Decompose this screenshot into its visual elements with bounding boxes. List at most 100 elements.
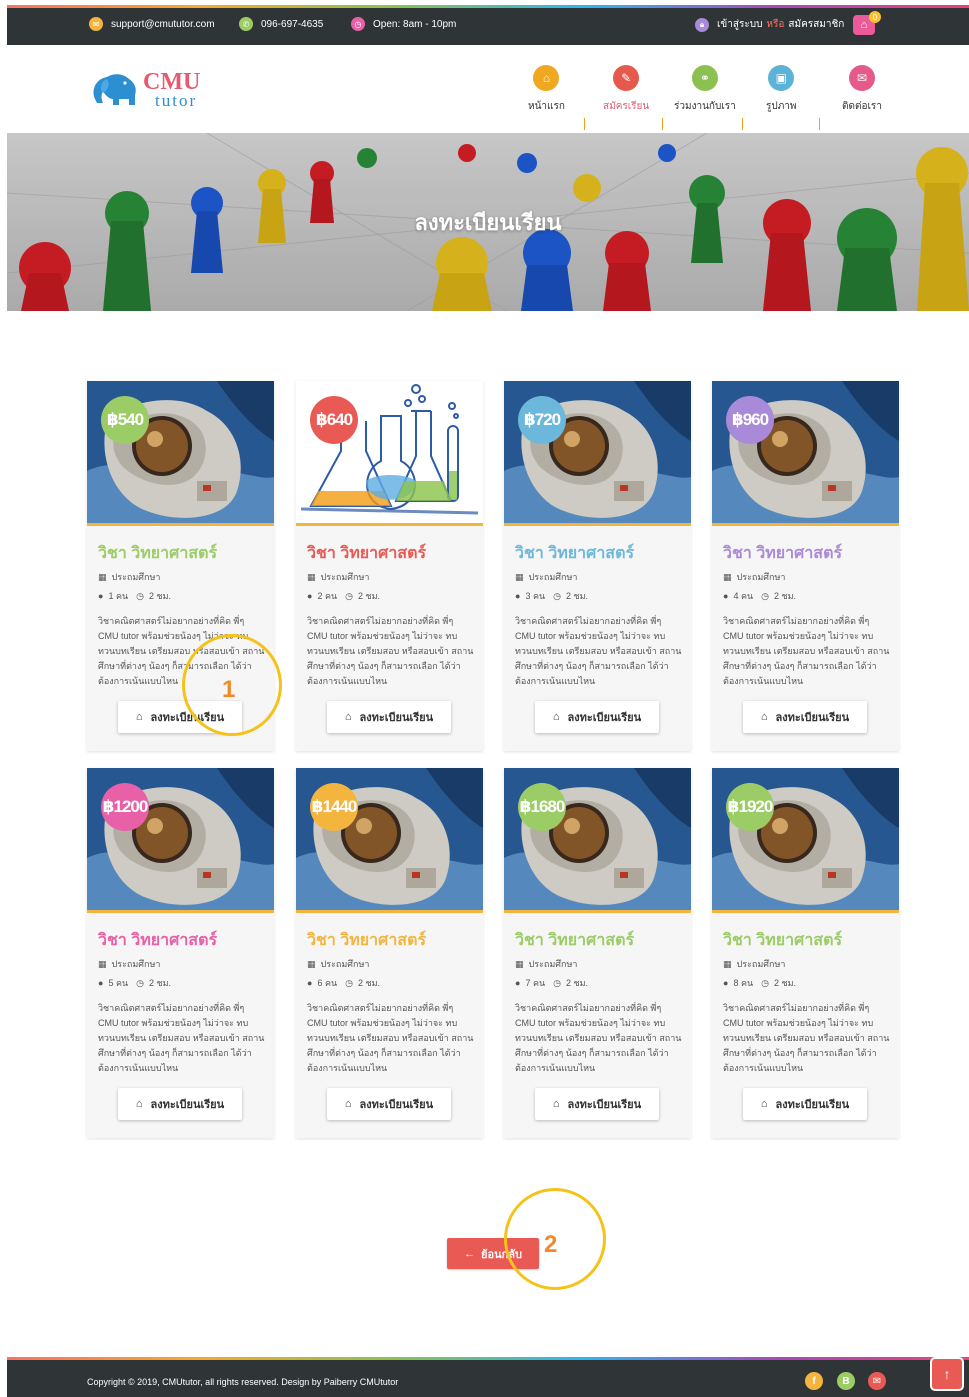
user-icon: ● [307, 591, 313, 601]
calendar-icon: ▦ [515, 958, 524, 969]
register-button[interactable]: ⌂ ลงทะเบียนเรียน [327, 1088, 451, 1120]
level-text: ประถมศึกษา [320, 572, 370, 582]
contact-phone[interactable]: ✆ 096-697-4635 [239, 17, 323, 31]
clock-icon: ◷ [553, 590, 561, 601]
course-level: ▦ ประถมศึกษา [515, 957, 577, 971]
nav-divider [662, 118, 663, 130]
course-image[interactable]: ฿1200 [87, 768, 274, 910]
nav-label: สมัครเรียน [603, 101, 650, 112]
contact-email[interactable]: ✉ support@cmututor.com [89, 17, 215, 31]
level-text: ประถมศึกษา [528, 572, 578, 582]
user-icon: ● [307, 978, 313, 988]
page-title: ลงทะเบียนเรียน [414, 210, 562, 235]
register-label: ลงทะเบียนเรียน [359, 1099, 434, 1111]
price-badge: ฿1440 [310, 783, 358, 831]
calendar-icon: ▦ [515, 571, 524, 582]
course-card: ฿1680 วิชา วิทยาศาสตร์ ▦ ประถมศึกษา ● 7 … [504, 768, 691, 1138]
course-meta: ● 6 คน ◷ 2 ชม. [307, 976, 380, 990]
course-level: ▦ ประถมศึกษา [307, 957, 369, 971]
register-label: ลงทะเบียนเรียน [150, 1099, 225, 1111]
image-icon: ▣ [768, 65, 795, 91]
course-title[interactable]: วิชา วิทยาศาสตร์ [723, 541, 842, 566]
level-text: ประถมศึกษา [528, 959, 578, 969]
course-card: ฿1440 วิชา วิทยาศาสตร์ ▦ ประถมศึกษา ● 6 … [296, 768, 483, 1138]
register-button[interactable]: ⌂ ลงทะเบียนเรียน [535, 701, 659, 733]
course-image[interactable]: ฿720 [504, 381, 691, 523]
course-description: วิชาคณิตศาสตร์ไม่อยากอย่างที่คิด พี่ๆ CM… [723, 616, 890, 686]
price-badge: ฿960 [726, 396, 774, 444]
basket-icon: ⌂ [760, 1098, 768, 1110]
calendar-icon: ▦ [98, 571, 107, 582]
card-accent-bar [504, 523, 691, 526]
basket-icon: ⌂ [552, 711, 560, 723]
course-image[interactable]: ฿1680 [504, 768, 691, 910]
nav-label: รูปภาพ [766, 101, 797, 112]
card-accent-bar [87, 523, 274, 526]
user-icon: ● [515, 978, 521, 988]
blogger-icon[interactable]: B [837, 1372, 855, 1390]
nav-item-register[interactable]: ✎ สมัครเรียน [603, 65, 649, 114]
card-accent-bar [712, 523, 899, 526]
email-text: support@cmututor.com [111, 18, 215, 30]
nav-item-contact[interactable]: ✉ ติดต่อเรา [842, 65, 882, 114]
account-links: 🔒︎ เข้าสู่ระบบ หรือ สมัครสมาชิก [695, 17, 844, 32]
course-title[interactable]: วิชา วิทยาศาสตร์ [307, 541, 426, 566]
site-logo[interactable]: CMU tutor [89, 69, 200, 109]
calendar-icon: ▦ [307, 571, 316, 582]
hours-text: 2 ชม. [773, 591, 797, 601]
course-title[interactable]: วิชา วิทยาศาสตร์ [98, 928, 217, 953]
course-image[interactable]: ฿1920 [712, 768, 899, 910]
signup-link[interactable]: สมัครสมาชิก [788, 17, 844, 32]
course-title[interactable]: วิชา วิทยาศาสตร์ [98, 541, 217, 566]
course-meta: ● 8 คน ◷ 2 ชม. [723, 976, 796, 990]
course-level: ▦ ประถมศึกษา [98, 570, 160, 584]
register-button[interactable]: ⌂ ลงทะเบียนเรียน [118, 1088, 242, 1120]
people-text: 5 คน [108, 978, 129, 988]
login-link[interactable]: เข้าสู่ระบบ [717, 17, 762, 32]
copyright-text: Copyright © 2019, CMUtutor, all rights r… [87, 1377, 399, 1387]
course-title[interactable]: วิชา วิทยาศาสตร์ [515, 928, 634, 953]
register-button[interactable]: ⌂ ลงทะเบียนเรียน [535, 1088, 659, 1120]
course-description: วิชาคณิตศาสตร์ไม่อยากอย่างที่คิด พี่ๆ CM… [307, 1003, 474, 1073]
course-description: วิชาคณิตศาสตร์ไม่อยากอย่างที่คิด พี่ๆ CM… [98, 1003, 265, 1073]
home-icon: ⌂ [533, 65, 560, 91]
nav-item-gallery[interactable]: ▣ รูปภาพ [766, 65, 797, 114]
clock-icon: ◷ [345, 977, 353, 988]
register-button[interactable]: ⌂ ลงทะเบียนเรียน [743, 1088, 867, 1120]
mail-icon[interactable]: ✉ [868, 1372, 886, 1390]
course-meta: ● 1 คน ◷ 2 ชม. [98, 589, 171, 603]
envelope-icon: ✉ [89, 17, 103, 31]
nav-item-join-us[interactable]: ⚭ ร่วมงานกับเรา [674, 65, 736, 114]
clock-icon: ◷ [136, 977, 144, 988]
nav-divider [584, 118, 585, 130]
price-badge: ฿1920 [726, 783, 774, 831]
course-image[interactable]: ฿960 [712, 381, 899, 523]
envelope-icon: ✉ [848, 65, 875, 91]
site-footer: Copyright © 2019, CMUtutor, all rights r… [7, 1357, 969, 1397]
hours-text: 2 ชม. [148, 978, 172, 988]
user-icon: ● [723, 978, 729, 988]
price-badge: ฿1680 [518, 783, 566, 831]
elephant-logo-icon [93, 74, 136, 105]
people-text: 2 คน [317, 591, 338, 601]
course-meta: ● 2 คน ◷ 2 ชม. [307, 589, 380, 603]
course-title[interactable]: วิชา วิทยาศาสตร์ [307, 928, 426, 953]
people-text: 4 คน [733, 591, 754, 601]
course-title[interactable]: วิชา วิทยาศาสตร์ [515, 541, 634, 566]
hours-text: 2 ชม. [148, 591, 172, 601]
course-description: วิชาคณิตศาสตร์ไม่อยากอย่างที่คิด พี่ๆ CM… [515, 616, 682, 686]
nav-item-home[interactable]: ⌂ หน้าแรก [528, 65, 565, 114]
course-image[interactable]: ฿1440 [296, 768, 483, 910]
course-image[interactable]: ฿640 [296, 381, 483, 523]
facebook-icon[interactable]: f [805, 1372, 823, 1390]
course-image[interactable]: ฿540 [87, 381, 274, 523]
course-title[interactable]: วิชา วิทยาศาสตร์ [723, 928, 842, 953]
register-button[interactable]: ⌂ ลงทะเบียนเรียน [743, 701, 867, 733]
register-button[interactable]: ⌂ ลงทะเบียนเรียน [327, 701, 451, 733]
course-description: วิชาคณิตศาสตร์ไม่อยากอย่างที่คิด พี่ๆ CM… [723, 1003, 890, 1073]
people-text: 7 คน [525, 978, 546, 988]
arrow-up-icon[interactable]: ↑ [930, 1357, 964, 1391]
clock-icon: ◷ [136, 590, 144, 601]
phone-icon: ✆ [239, 17, 253, 31]
user-icon: ● [515, 591, 521, 601]
